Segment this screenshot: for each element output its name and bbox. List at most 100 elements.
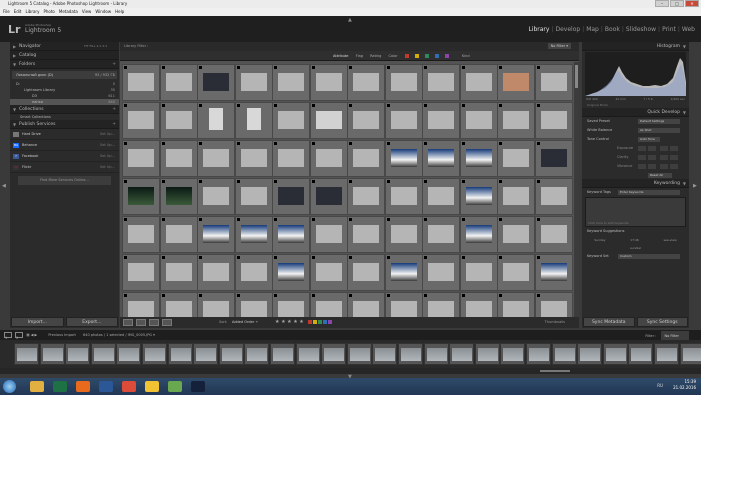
keyword-suggestion[interactable]: sea-view [663, 236, 676, 244]
thumbnail-cell[interactable] [272, 216, 310, 253]
grid-scroll-thumb[interactable] [575, 65, 578, 88]
collapse-top-arrow[interactable]: ▲ [348, 17, 352, 23]
thumbnail-cell[interactable] [384, 140, 423, 177]
quick-develop-header[interactable]: Quick Develop ▼ [582, 108, 689, 117]
thumbnail-cell[interactable] [122, 64, 160, 101]
import-button[interactable]: Import... [11, 317, 64, 327]
filmstrip-thumbnail[interactable] [628, 343, 654, 365]
thumbnail-cell[interactable] [159, 140, 198, 177]
color-label-swatch[interactable] [313, 320, 317, 324]
grid-shortcut-icon[interactable]: ▦ [26, 333, 29, 337]
page-2-button[interactable]: 2 [15, 332, 24, 340]
keyword-entry-box[interactable]: Click here to add keywords [585, 197, 686, 227]
vibrance-down-double-button[interactable] [638, 164, 646, 169]
clarity-up-button[interactable] [660, 155, 668, 160]
add-service-icon[interactable]: + [112, 120, 116, 129]
filmstrip-thumbnail[interactable] [474, 343, 500, 365]
thumbnail-cell[interactable] [534, 140, 573, 177]
setup-link[interactable]: Set Up... [100, 129, 115, 140]
thumbnail-cell[interactable] [272, 64, 310, 101]
menu-window[interactable]: Window [95, 8, 111, 16]
filmstrip-thumbnail[interactable] [346, 343, 372, 365]
thumbnail-cell[interactable] [347, 292, 385, 317]
thumbnail-cell[interactable] [459, 216, 498, 253]
color-label-swatch[interactable] [444, 54, 449, 58]
filmstrip-thumbnail[interactable] [244, 343, 270, 365]
clarity-down-double-button[interactable] [638, 155, 646, 160]
taskbar-lightroom-icon[interactable] [191, 381, 205, 392]
color-label-swatch[interactable] [308, 320, 312, 324]
thumbnail-cell[interactable] [309, 64, 348, 101]
thumbnail-cell[interactable] [534, 292, 573, 317]
filmstrip-thumbnail[interactable] [679, 343, 701, 365]
thumbnail-cell[interactable] [309, 102, 348, 139]
filmstrip-source[interactable]: Previous Import [48, 333, 76, 337]
filmstrip-thumbnail[interactable] [270, 343, 295, 365]
survey-view-button[interactable] [162, 318, 173, 326]
exposure-down-button[interactable] [648, 146, 656, 151]
thumbnail-cell[interactable] [534, 102, 573, 139]
filmstrip-thumbnail[interactable] [167, 343, 193, 365]
filmstrip-count[interactable]: 640 photos / 1 selected / IMG_0005.JPG ▾ [83, 333, 155, 337]
filmstrip-thumbnail[interactable] [423, 343, 449, 365]
close-button[interactable]: ✕ [685, 0, 699, 7]
collapse-right-arrow[interactable]: ▶ [693, 183, 697, 189]
color-filter-swatches[interactable] [404, 54, 455, 58]
module-map[interactable]: Map [586, 26, 599, 33]
flag-filter[interactable]: Flag [356, 54, 363, 58]
thumbnail-cell[interactable] [534, 64, 573, 101]
color-label-swatch[interactable] [424, 54, 429, 58]
setup-link[interactable]: Set Up... [100, 151, 115, 162]
publish-hard-drive[interactable]: Hard Drive Set Up... [10, 129, 119, 140]
grid-view-button[interactable] [123, 318, 133, 326]
filmstrip-thumbnail[interactable] [39, 343, 65, 365]
module-print[interactable]: Print [662, 26, 676, 33]
filmstrip-thumbnail[interactable] [14, 343, 39, 365]
thumbnail-cell[interactable] [309, 178, 348, 215]
setup-link[interactable]: Set Up... [100, 162, 115, 173]
thumbnail-cell[interactable] [384, 64, 423, 101]
thumbnail-cell[interactable] [234, 254, 273, 291]
add-collection-icon[interactable]: + [112, 105, 116, 114]
thumbnail-cell[interactable] [422, 254, 460, 291]
reset-all-button[interactable]: Reset All [648, 173, 672, 178]
compare-view-button[interactable] [149, 318, 160, 326]
thumbnail-cell[interactable] [497, 102, 535, 139]
filmstrip-scroll-thumb[interactable] [540, 370, 570, 372]
keyword-tags-dropdown[interactable]: Enter Keywords [618, 190, 680, 195]
module-develop[interactable]: Develop [555, 26, 580, 33]
thumbnail-cell[interactable] [122, 140, 160, 177]
menu-library[interactable]: Library [25, 8, 39, 16]
module-web[interactable]: Web [682, 26, 695, 33]
sync-metadata-button[interactable]: Sync Metadata [583, 317, 635, 327]
thumbnail-cell[interactable] [122, 254, 160, 291]
thumbnail-cell[interactable] [197, 102, 235, 139]
saved-preset-dropdown[interactable]: Default Settings [638, 119, 680, 124]
thumbnail-cell[interactable] [309, 216, 348, 253]
thumbnail-cell[interactable] [422, 216, 460, 253]
thumbnail-cell[interactable] [422, 178, 460, 215]
thumbnail-cell[interactable] [422, 102, 460, 139]
color-label-swatch[interactable] [328, 320, 332, 324]
thumbnail-cell[interactable] [384, 254, 423, 291]
vibrance-up-double-button[interactable] [670, 164, 678, 169]
menu-photo[interactable]: Photo [43, 8, 54, 16]
collapse-left-arrow[interactable]: ◀ [2, 183, 6, 189]
thumbnail-cell[interactable] [197, 254, 235, 291]
filmstrip-thumbnail[interactable] [577, 343, 603, 365]
thumbnail-cell[interactable] [159, 102, 198, 139]
keyword-suggestion[interactable]: 17:46 [630, 236, 639, 244]
color-label-swatch[interactable] [434, 54, 439, 58]
thumbnail-cell[interactable] [347, 102, 385, 139]
volume-bar[interactable]: Локальный диск (D) 93 / 932 ГБ [12, 71, 117, 79]
thumbnail-cell[interactable] [234, 64, 273, 101]
thumbnail-cell[interactable] [497, 254, 535, 291]
kind-filter[interactable]: Kind [462, 54, 470, 58]
add-folder-icon[interactable]: + [112, 60, 116, 69]
color-label-swatch[interactable] [318, 320, 322, 324]
thumbnail-cell[interactable] [234, 292, 273, 317]
taskbar-firefox-icon[interactable] [76, 381, 90, 392]
histogram-header[interactable]: Histogram ▼ [582, 42, 689, 51]
taskbar-excel-icon[interactable] [53, 381, 67, 392]
thumbnail-cell[interactable] [497, 64, 535, 101]
